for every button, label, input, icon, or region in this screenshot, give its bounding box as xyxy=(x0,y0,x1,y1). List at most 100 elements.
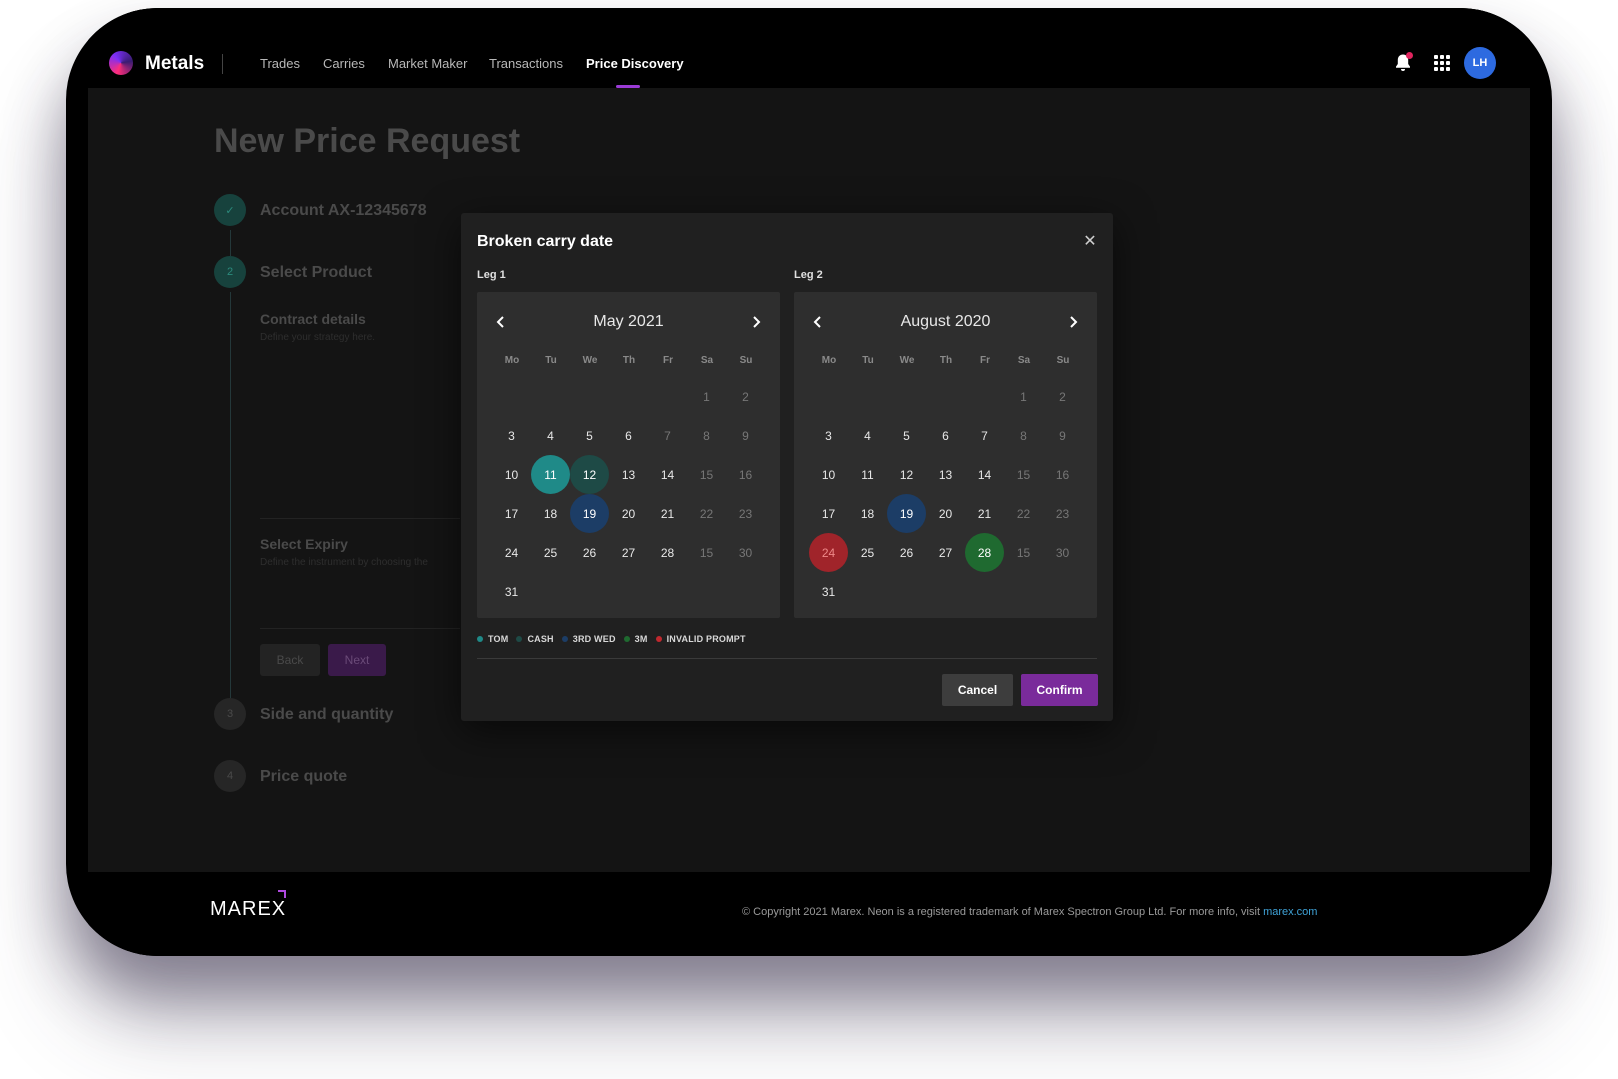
calendar-day-tom[interactable]: 11 xyxy=(531,455,570,494)
calendar-day[interactable]: 7 xyxy=(965,416,1004,455)
next-button[interactable]: Next xyxy=(328,644,386,676)
calendar-day[interactable]: 28 xyxy=(648,533,687,572)
calendar-day[interactable]: 8 xyxy=(1004,416,1043,455)
calendar-day[interactable]: 30 xyxy=(726,533,765,572)
legend-item-tom: TOM xyxy=(477,634,508,644)
calendar-day[interactable]: 12 xyxy=(887,455,926,494)
section-divider xyxy=(260,628,460,629)
leg-1-label: Leg 1 xyxy=(477,269,506,281)
calendar-day-3rd-wed[interactable]: 19 xyxy=(570,494,609,533)
marex-logo-accent-icon xyxy=(278,890,286,898)
calendar-day[interactable]: 6 xyxy=(609,416,648,455)
nav-carries[interactable]: Carries xyxy=(323,56,365,71)
metals-logo-icon[interactable] xyxy=(109,51,133,75)
calendar-month-title: May 2021 xyxy=(593,313,664,330)
calendar-day[interactable]: 27 xyxy=(609,533,648,572)
weekday-header: We xyxy=(582,355,598,366)
calendar-day[interactable]: 23 xyxy=(726,494,765,533)
calendar-day[interactable]: 17 xyxy=(809,494,848,533)
device-frame: Metals Trades Carries Market Maker Trans… xyxy=(66,8,1552,956)
calendar-day[interactable]: 15 xyxy=(1004,455,1043,494)
calendar-day[interactable]: 22 xyxy=(1004,494,1043,533)
calendar-day[interactable]: 17 xyxy=(492,494,531,533)
step-4-label: Price quote xyxy=(260,768,348,785)
calendar-day[interactable]: 16 xyxy=(1043,455,1082,494)
calendar-day-cash[interactable]: 12 xyxy=(570,455,609,494)
dialog-divider xyxy=(477,658,1097,659)
leg-1-calendar: May 2021 Mo Tu We Th Fr Sa Su 1 2 3 4 5 6 7 8 9 10 11 12 13… xyxy=(477,292,780,618)
calendar-day[interactable]: 25 xyxy=(848,533,887,572)
calendar-day[interactable]: 13 xyxy=(926,455,965,494)
calendar-day[interactable]: 4 xyxy=(848,416,887,455)
calendar-day[interactable]: 31 xyxy=(492,572,531,611)
calendar-day[interactable]: 10 xyxy=(809,455,848,494)
calendar-day[interactable]: 27 xyxy=(926,533,965,572)
calendar-day[interactable]: 26 xyxy=(887,533,926,572)
calendar-day[interactable]: 18 xyxy=(531,494,570,533)
calendar-day[interactable]: 30 xyxy=(1043,533,1082,572)
calendar-day-invalid[interactable]: 24 xyxy=(809,533,848,572)
calendar-day[interactable]: 20 xyxy=(926,494,965,533)
calendar-day[interactable]: 11 xyxy=(848,455,887,494)
back-button[interactable]: Back xyxy=(260,644,320,676)
legend-label: 3M xyxy=(634,634,648,644)
calendar-day[interactable]: 9 xyxy=(726,416,765,455)
calendar-day[interactable]: 6 xyxy=(926,416,965,455)
nav-trades[interactable]: Trades xyxy=(260,56,300,71)
next-month-chevron-right-icon[interactable] xyxy=(1063,312,1083,332)
calendar-day[interactable]: 8 xyxy=(687,416,726,455)
calendar-day[interactable]: 23 xyxy=(1043,494,1082,533)
calendar-day[interactable]: 24 xyxy=(492,533,531,572)
weekday-header: We xyxy=(899,355,915,366)
calendar-day[interactable]: 9 xyxy=(1043,416,1082,455)
apps-grid-icon[interactable] xyxy=(1434,55,1450,71)
nav-divider xyxy=(222,54,223,74)
app-screen: Metals Trades Carries Market Maker Trans… xyxy=(88,8,1530,956)
legend-item-cash: CASH xyxy=(516,634,554,644)
calendar-day[interactable]: 16 xyxy=(726,455,765,494)
next-month-chevron-right-icon[interactable] xyxy=(746,312,766,332)
calendar-day[interactable]: 26 xyxy=(570,533,609,572)
marex-link[interactable]: marex.com xyxy=(1263,906,1317,918)
calendar-day[interactable]: 1 xyxy=(1004,377,1043,416)
user-avatar[interactable]: LH xyxy=(1464,47,1496,79)
calendar-day[interactable]: 22 xyxy=(687,494,726,533)
section-divider xyxy=(260,518,460,519)
calendar-day[interactable]: 3 xyxy=(492,416,531,455)
calendar-day[interactable]: 1 xyxy=(687,377,726,416)
close-icon[interactable]: ✕ xyxy=(1081,232,1099,250)
calendar-day[interactable]: 21 xyxy=(965,494,1004,533)
calendar-day[interactable]: 7 xyxy=(648,416,687,455)
nav-price-discovery[interactable]: Price Discovery xyxy=(586,56,684,71)
calendar-day[interactable]: 2 xyxy=(726,377,765,416)
weekday-header: Su xyxy=(739,355,753,366)
calendar-day[interactable]: 18 xyxy=(848,494,887,533)
calendar-day-3rd-wed[interactable]: 19 xyxy=(887,494,926,533)
calendar-day[interactable]: 4 xyxy=(531,416,570,455)
calendar-day-3m[interactable]: 28 xyxy=(965,533,1004,572)
calendar-day[interactable]: 14 xyxy=(965,455,1004,494)
calendar-day[interactable]: 15 xyxy=(687,533,726,572)
cancel-button[interactable]: Cancel xyxy=(942,674,1013,706)
calendar-day[interactable]: 13 xyxy=(609,455,648,494)
weekday-header: Mo xyxy=(821,355,837,366)
confirm-button[interactable]: Confirm xyxy=(1021,674,1098,706)
weekday-header: Th xyxy=(622,355,636,366)
calendar-day[interactable]: 14 xyxy=(648,455,687,494)
weekday-header: Fr xyxy=(980,355,990,366)
nav-transactions[interactable]: Transactions xyxy=(489,56,563,71)
calendar-day[interactable]: 3 xyxy=(809,416,848,455)
calendar-day[interactable]: 15 xyxy=(1004,533,1043,572)
nav-market-maker[interactable]: Market Maker xyxy=(388,56,467,71)
calendar-day[interactable]: 25 xyxy=(531,533,570,572)
calendar-day[interactable]: 15 xyxy=(687,455,726,494)
calendar-day[interactable]: 21 xyxy=(648,494,687,533)
legend-item-3rd-wed: 3RD WED xyxy=(561,634,616,644)
calendar-day[interactable]: 5 xyxy=(570,416,609,455)
calendar-day[interactable]: 31 xyxy=(809,572,848,611)
calendar-day[interactable]: 20 xyxy=(609,494,648,533)
step-4-number: 4 xyxy=(214,760,246,792)
calendar-day[interactable]: 2 xyxy=(1043,377,1082,416)
calendar-day[interactable]: 10 xyxy=(492,455,531,494)
calendar-day[interactable]: 5 xyxy=(887,416,926,455)
